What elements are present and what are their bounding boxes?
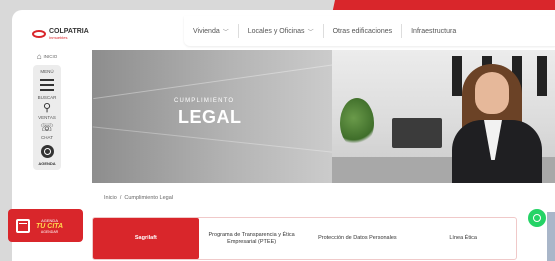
tab-sagrilaft[interactable]: Sagrilaft	[93, 218, 199, 259]
side-rail: ⌂ INICIO MENÚ BUSCAR ⚲ VENTAS ☏ CHAT AGE…	[30, 52, 64, 222]
chevron-down-icon: ﹀	[307, 29, 314, 36]
hero-photo	[332, 50, 555, 183]
promo-text: AGENDA TU CITA AGENDAR	[36, 218, 63, 234]
nav-item-label: Otras edificaciones	[332, 27, 393, 35]
plant-decoration	[340, 98, 374, 148]
rail-search-label: BUSCAR	[37, 95, 57, 100]
page-frame: COLPATRIA Inmuebles Vivienda ﹀ Locales y…	[12, 10, 555, 261]
hero-banner: CUMPLIMIENTO LEGAL	[92, 50, 555, 183]
brand-logo[interactable]: COLPATRIA Inmuebles	[32, 28, 89, 40]
nav-item-infraestructura[interactable]: Infraestructura	[402, 28, 465, 35]
banner-decoration	[93, 61, 351, 100]
calendar-icon	[16, 218, 30, 233]
rail-home-label: INICIO	[43, 54, 58, 59]
nav-item-otras-edificaciones[interactable]: Otras edificaciones	[324, 28, 402, 35]
breadcrumb-separator: /	[119, 195, 122, 201]
laptop-decoration	[392, 118, 442, 148]
scrollbar[interactable]	[547, 212, 555, 261]
tab-ptee[interactable]: Programa de Transparencia y Ética Empres…	[199, 218, 305, 259]
shelf-decoration	[537, 56, 547, 96]
tab-proteccion-datos[interactable]: Protección de Datos Personales	[305, 218, 411, 259]
top-bar: COLPATRIA Inmuebles Vivienda ﹀ Locales y…	[12, 10, 555, 50]
main-nav: Vivienda ﹀ Locales y Oficinas ﹀ Otras ed…	[184, 16, 555, 46]
sales-icon[interactable]: ☏	[40, 122, 54, 134]
nav-item-label: Vivienda	[193, 27, 220, 35]
nav-item-vivienda[interactable]: Vivienda ﹀	[184, 27, 238, 36]
rail-bottom-label: AGENDA	[38, 161, 56, 166]
promo-line-3: AGENDAR	[40, 229, 59, 234]
home-icon: ⌂	[36, 52, 42, 61]
chat-icon[interactable]	[40, 145, 54, 158]
schedule-appointment-button[interactable]: AGENDA TU CITA AGENDAR	[8, 209, 83, 242]
person-decoration	[475, 72, 509, 114]
brand-logo-mark	[32, 30, 46, 38]
promo-line-2: TU CITA	[36, 222, 64, 230]
nav-item-locales-oficinas[interactable]: Locales y Oficinas ﹀	[239, 27, 323, 36]
banner-title: LEGAL	[178, 107, 242, 127]
rail-menu-label: MENÚ	[40, 69, 54, 74]
tab-linea-etica[interactable]: Línea Ética	[410, 218, 516, 259]
breadcrumb: Inicio / Cumplimiento Legal	[104, 195, 173, 201]
brand-sub: Inmuebles	[49, 35, 68, 40]
breadcrumb-home[interactable]: Inicio	[104, 195, 117, 201]
shelf-decoration	[452, 56, 462, 96]
whatsapp-icon[interactable]	[528, 209, 546, 227]
compliance-tabs: Sagrilaft Programa de Transparencia y Ét…	[92, 217, 517, 260]
menu-icon[interactable]	[40, 79, 54, 91]
chevron-down-icon: ﹀	[222, 29, 229, 36]
rail-sales-label: VENTAS	[38, 115, 56, 120]
nav-item-label: Infraestructura	[411, 27, 457, 35]
nav-item-label: Locales y Oficinas	[247, 27, 305, 35]
rail-home-link[interactable]: ⌂ INICIO	[37, 52, 58, 61]
banner-decoration	[92, 126, 352, 155]
breadcrumb-current: Cumplimiento Legal	[124, 195, 173, 201]
brand-name: COLPATRIA	[49, 28, 89, 35]
rail-panel: MENÚ BUSCAR ⚲ VENTAS ☏ CHAT AGENDA	[33, 65, 61, 170]
banner-subtitle: CUMPLIMIENTO	[174, 98, 235, 104]
rail-chat-label: CHAT	[41, 135, 53, 140]
search-icon[interactable]: ⚲	[43, 102, 51, 114]
